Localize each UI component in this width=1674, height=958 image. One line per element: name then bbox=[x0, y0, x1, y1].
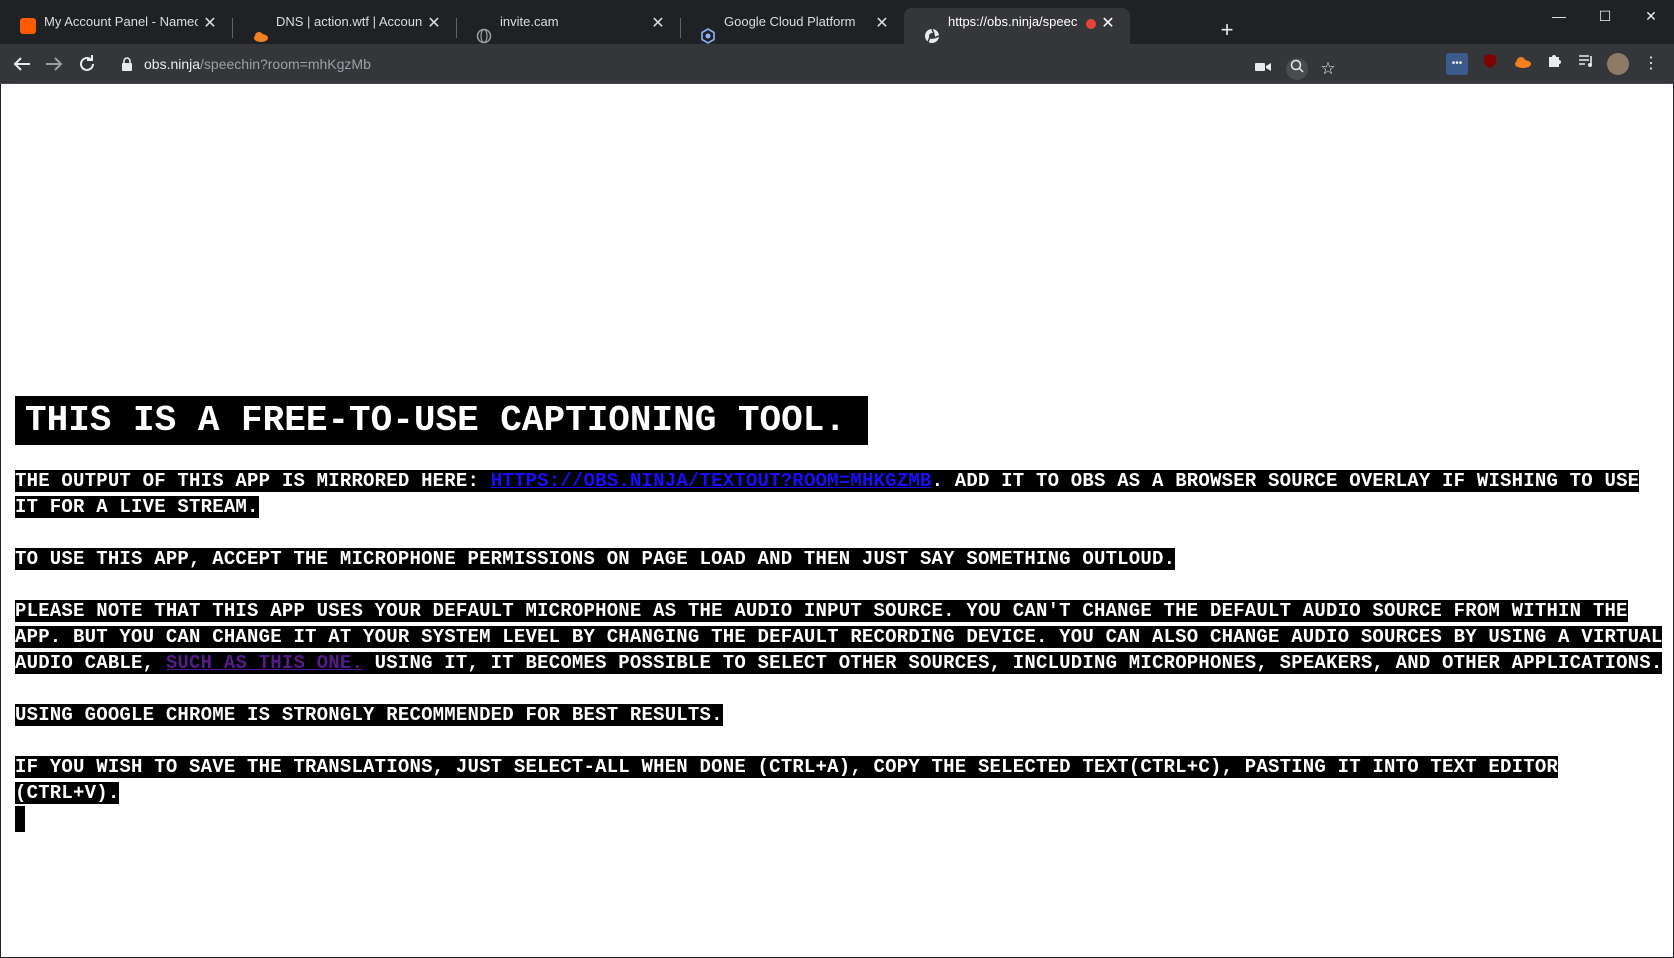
usage-paragraph: TO USE THIS APP, ACCEPT THE MICROPHONE P… bbox=[15, 546, 1665, 572]
kebab-menu-icon[interactable]: ⋮ bbox=[1640, 53, 1662, 75]
browser-toolbar: obs.ninja/speechin?room=mhKgzMb ☆ ••• ⋮ bbox=[0, 44, 1674, 84]
page-title: THIS IS A FREE-TO-USE CAPTIONING TOOL. bbox=[15, 394, 1665, 448]
ublock-origin-icon[interactable] bbox=[1479, 53, 1501, 75]
chrome-recommendation-text: USING GOOGLE CHROME IS STRONGLY RECOMMEN… bbox=[15, 704, 723, 726]
cloudflare-favicon-icon bbox=[252, 18, 268, 42]
arrow-right-icon bbox=[46, 57, 63, 71]
cloudflare-extension-icon[interactable] bbox=[1511, 53, 1533, 75]
maximize-button[interactable]: ☐ bbox=[1582, 0, 1628, 32]
url-text[interactable]: obs.ninja/speechin?room=mhKgzMb bbox=[144, 49, 371, 79]
media-queue-icon[interactable] bbox=[1575, 53, 1597, 75]
reload-button[interactable] bbox=[75, 52, 99, 76]
camera-in-use-icon[interactable] bbox=[1252, 58, 1274, 80]
tab-namecheap[interactable]: My Account Panel - Namecheap.com ✕ bbox=[0, 8, 232, 44]
tab-cloudflare[interactable]: DNS | action.wtf | Account | Cloudflare … bbox=[232, 8, 456, 44]
tab-title: Google Cloud Platform bbox=[724, 14, 856, 29]
forward-button[interactable] bbox=[42, 52, 66, 76]
reload-icon bbox=[80, 55, 94, 71]
globe-icon bbox=[476, 18, 492, 44]
textout-link[interactable]: HTTPS://OBS.NINJA/TEXTOUT?ROOM=MHKGZMB bbox=[491, 470, 932, 492]
microphone-note-text-after: USING IT, IT BECOMES POSSIBLE TO SELECT … bbox=[363, 652, 1663, 674]
tab-title: My Account Panel - Namecheap.com bbox=[44, 14, 198, 29]
caption-input-cursor[interactable] bbox=[15, 806, 25, 832]
minimize-button[interactable]: — bbox=[1536, 0, 1582, 32]
tab-title: invite.cam bbox=[500, 14, 559, 29]
close-tab-icon[interactable]: ✕ bbox=[200, 14, 220, 34]
save-instructions-text: IF YOU WISH TO SAVE THE TRANSLATIONS, JU… bbox=[15, 756, 1559, 804]
profile-avatar[interactable] bbox=[1607, 53, 1629, 75]
microphone-note-paragraph: PLEASE NOTE THAT THIS APP USES YOUR DEFA… bbox=[15, 598, 1665, 676]
save-instructions-paragraph: IF YOU WISH TO SAVE THE TRANSLATIONS, JU… bbox=[15, 754, 1665, 832]
lock-icon[interactable] bbox=[122, 57, 132, 71]
extension-dots-icon[interactable]: ••• bbox=[1446, 53, 1468, 75]
tab-google-cloud[interactable]: Google Cloud Platform ✕ bbox=[680, 8, 904, 44]
namecheap-favicon-icon bbox=[20, 18, 36, 34]
obs-ninja-favicon-icon bbox=[924, 18, 940, 43]
new-tab-button[interactable]: + bbox=[1214, 18, 1240, 44]
recording-indicator-icon bbox=[1086, 19, 1096, 29]
arrow-left-icon bbox=[13, 57, 30, 71]
page-title-text: THIS IS A FREE-TO-USE CAPTIONING TOOL. bbox=[15, 396, 868, 445]
tab-title: https://obs.ninja/speechin?room=mhKgzMb bbox=[948, 14, 1078, 29]
page-viewport: THIS IS A FREE-TO-USE CAPTIONING TOOL. T… bbox=[0, 84, 1674, 958]
puzzle-extensions-icon[interactable] bbox=[1543, 53, 1565, 75]
tab-title: DNS | action.wtf | Account | Cloudflare bbox=[276, 14, 422, 29]
close-window-button[interactable]: ✕ bbox=[1628, 0, 1674, 32]
address-bar[interactable]: obs.ninja/speechin?room=mhKgzMb ☆ bbox=[112, 49, 1352, 80]
close-tab-icon[interactable]: ✕ bbox=[424, 14, 444, 34]
tab-strip: My Account Panel - Namecheap.com ✕ DNS |… bbox=[0, 0, 1674, 44]
url-host: obs.ninja bbox=[144, 56, 201, 72]
close-tab-icon[interactable]: ✕ bbox=[1098, 14, 1118, 34]
chrome-recommendation-paragraph: USING GOOGLE CHROME IS STRONGLY RECOMMEN… bbox=[15, 702, 1665, 728]
close-tab-icon[interactable]: ✕ bbox=[648, 14, 668, 34]
google-cloud-favicon-icon bbox=[700, 18, 716, 44]
close-tab-icon[interactable]: ✕ bbox=[872, 14, 892, 34]
mirror-info-paragraph: THE OUTPUT OF THIS APP IS MIRRORED HERE:… bbox=[15, 468, 1665, 520]
virtual-cable-link[interactable]: SUCH AS THIS ONE. bbox=[166, 652, 363, 674]
tab-invite-cam[interactable]: invite.cam ✕ bbox=[456, 8, 680, 44]
bookmark-star-icon[interactable]: ☆ bbox=[1317, 58, 1339, 80]
url-path: /speechin?room=mhKgzMb bbox=[200, 56, 371, 72]
back-button[interactable] bbox=[10, 52, 34, 76]
zoom-icon[interactable] bbox=[1286, 58, 1308, 80]
tab-obs-ninja[interactable]: https://obs.ninja/speechin?room=mhKgzMb … bbox=[904, 8, 1130, 44]
usage-text: TO USE THIS APP, ACCEPT THE MICROPHONE P… bbox=[15, 548, 1176, 570]
captioning-content[interactable]: THIS IS A FREE-TO-USE CAPTIONING TOOL. T… bbox=[15, 394, 1665, 858]
mirror-info-text: THE OUTPUT OF THIS APP IS MIRRORED HERE: bbox=[15, 470, 491, 492]
